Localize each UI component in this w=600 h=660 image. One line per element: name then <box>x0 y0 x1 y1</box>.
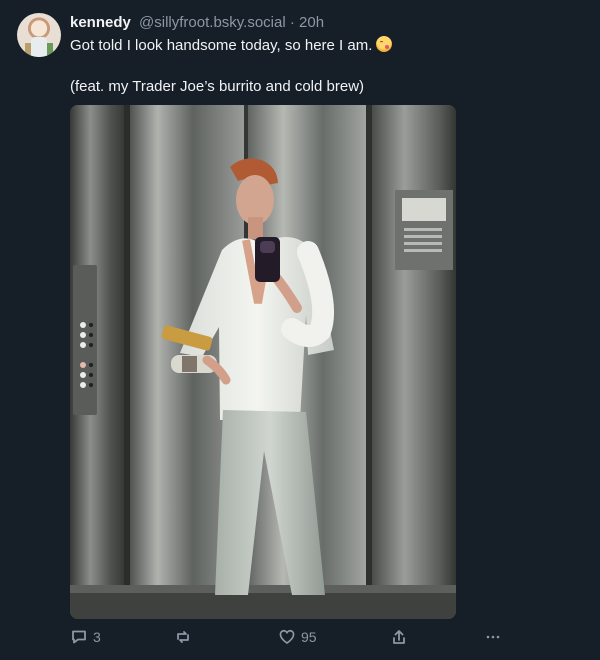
more-icon <box>486 635 500 639</box>
separator: · <box>289 14 295 31</box>
elevator-selfie-image <box>70 105 456 619</box>
post-text-line-1-content: Got told I look handsome today, so here … <box>70 37 373 54</box>
share-icon <box>393 630 405 644</box>
post-text: Got told I look handsome today, so here … <box>70 35 570 97</box>
handle[interactable]: @sillyfroot.bsky.social <box>139 14 286 31</box>
reply-icon <box>72 630 86 644</box>
reply-button[interactable]: 3 <box>70 626 101 648</box>
like-button[interactable]: 95 <box>278 626 317 648</box>
like-count: 95 <box>301 629 317 645</box>
reply-count: 3 <box>93 629 101 645</box>
more-options-button[interactable] <box>484 626 502 648</box>
avatar[interactable] <box>17 13 61 57</box>
post-text-line-2: (feat. my Trader Joe’s burrito and cold … <box>70 78 365 95</box>
post-card[interactable]: kennedy @sillyfroot.bsky.social · 20h Go… <box>0 0 600 660</box>
repost-icon <box>177 631 189 643</box>
kissing-face-icon <box>376 36 393 52</box>
post-header: kennedy @sillyfroot.bsky.social · 20h <box>70 13 324 33</box>
post-actions: 3 95 <box>70 626 510 648</box>
timestamp[interactable]: 20h <box>299 14 324 31</box>
heart-icon <box>279 629 295 644</box>
repost-button[interactable] <box>174 626 192 648</box>
share-button[interactable] <box>390 626 408 648</box>
display-name[interactable]: kennedy <box>70 14 131 31</box>
post-text-line-1: Got told I look handsome today, so here … <box>70 35 570 56</box>
post-image[interactable] <box>70 105 456 619</box>
